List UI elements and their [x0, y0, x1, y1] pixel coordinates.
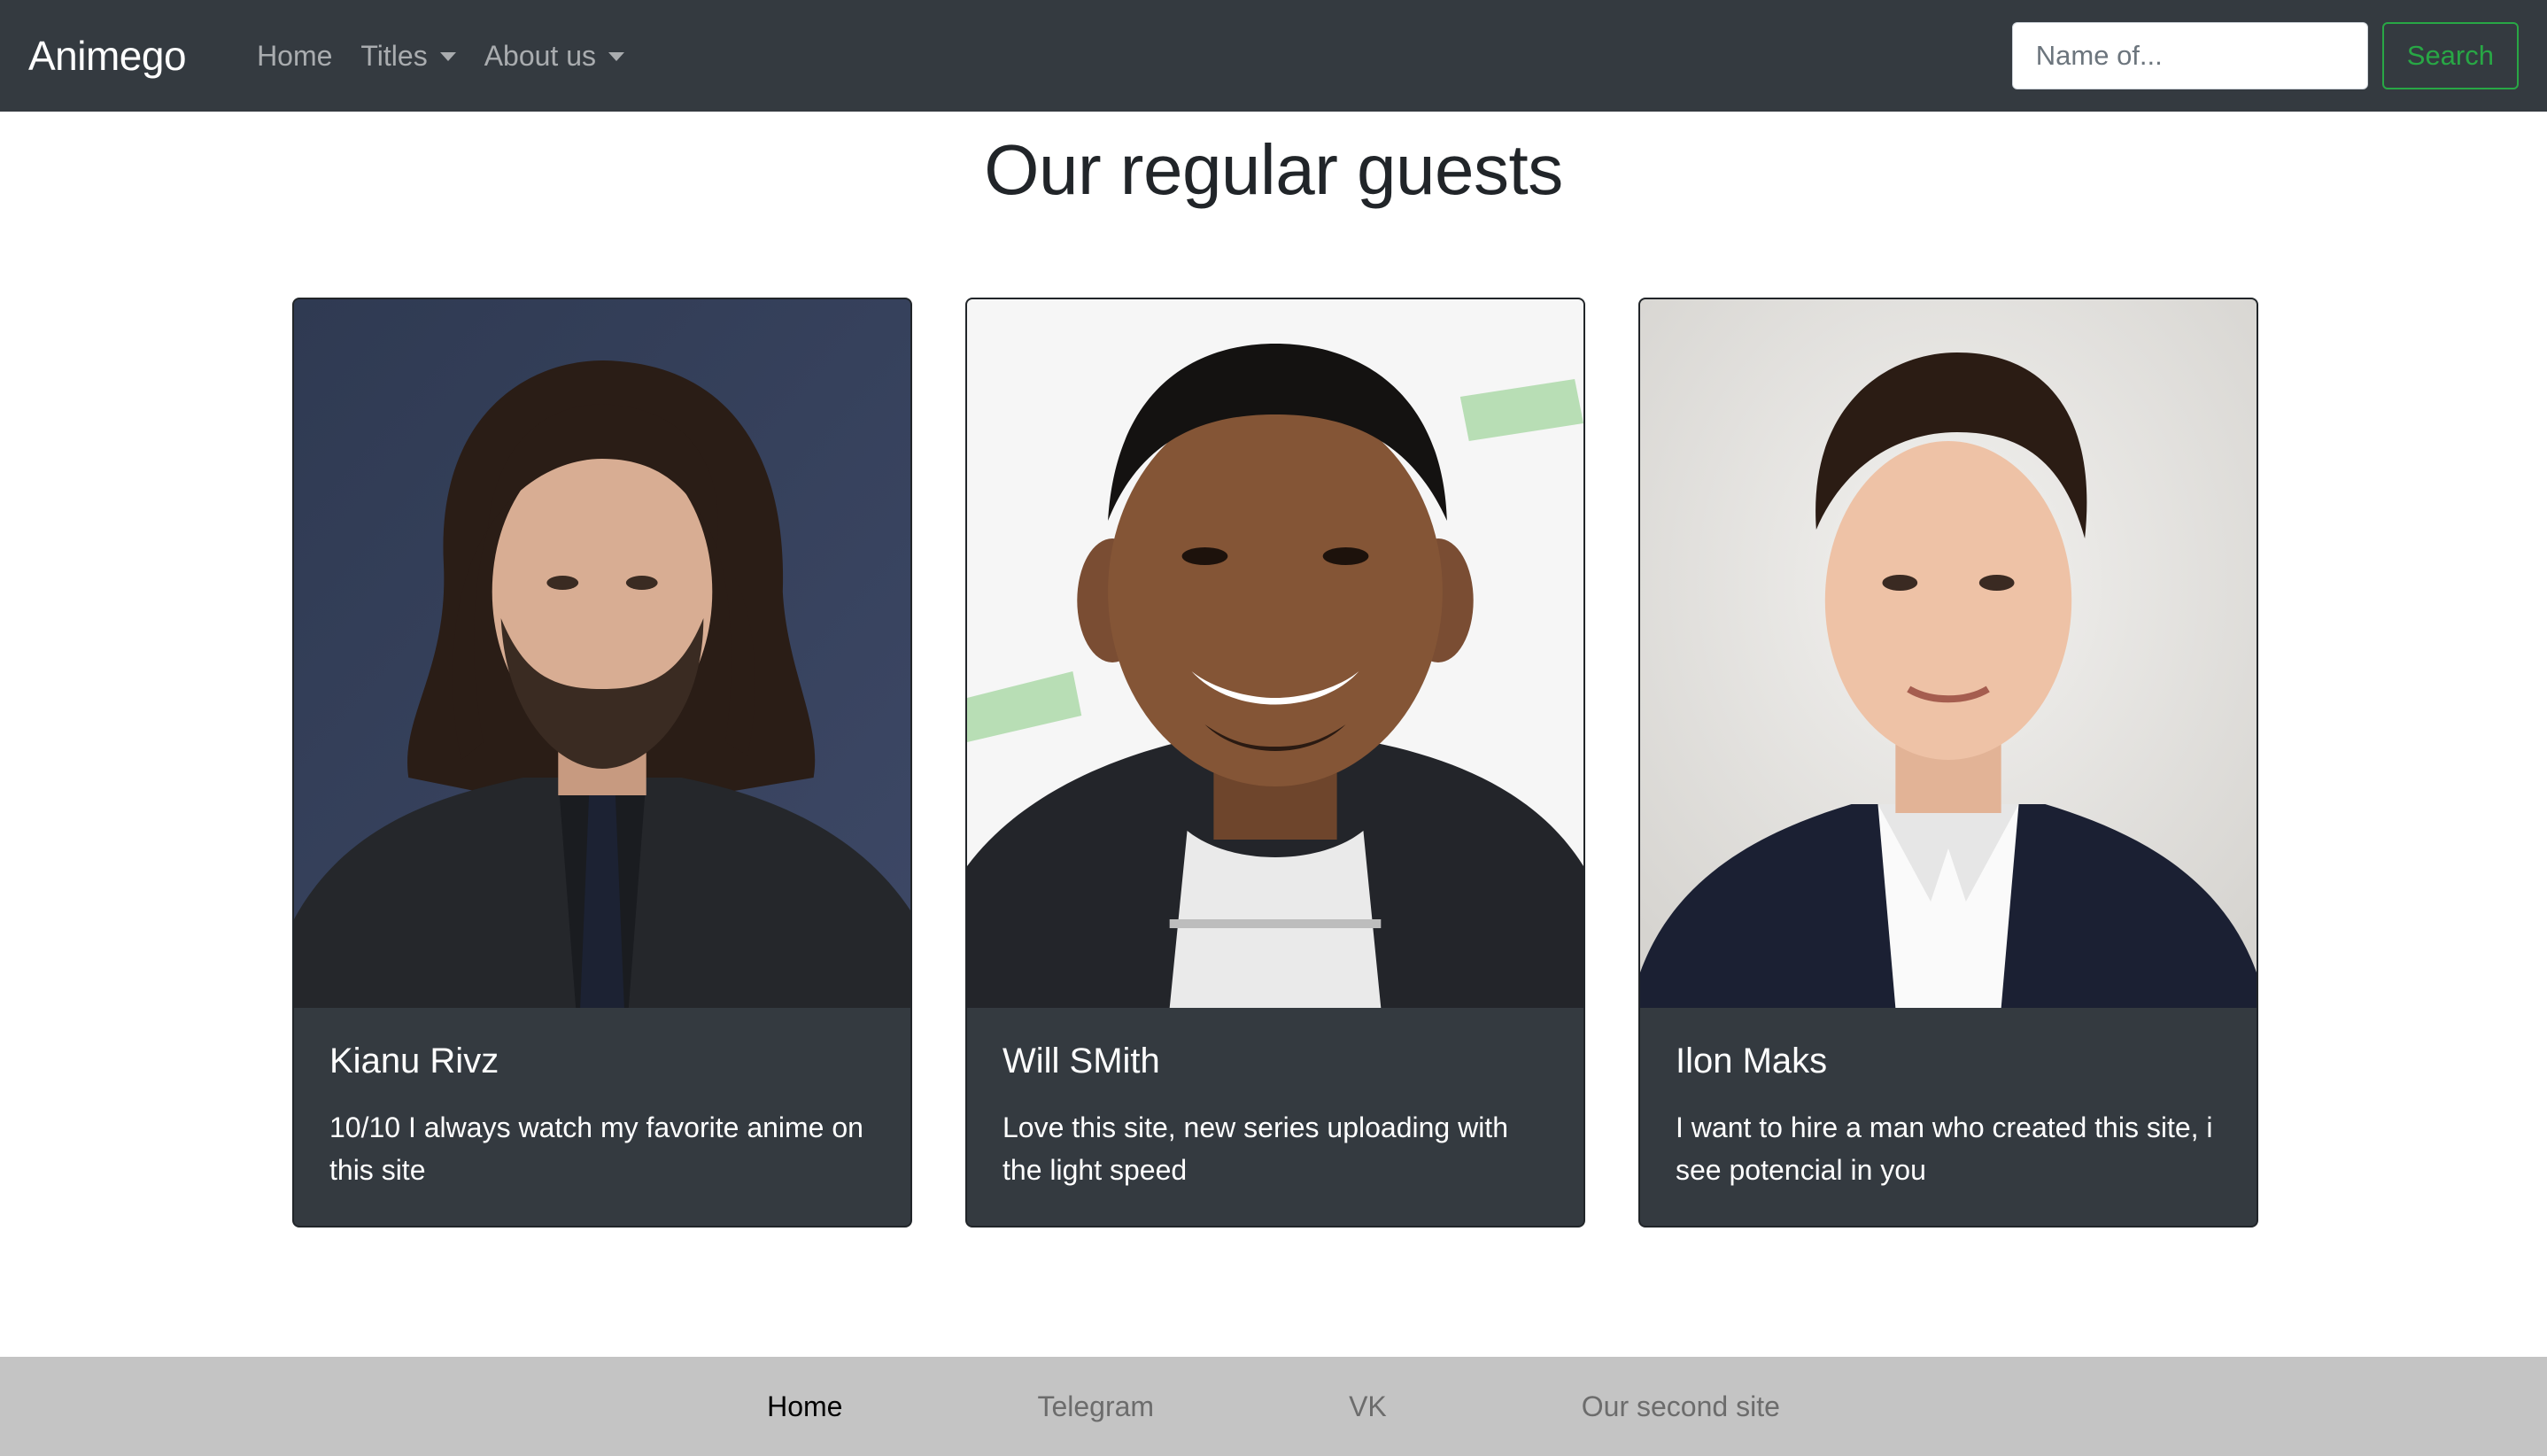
nav-link-about-dropdown[interactable]: About us [484, 40, 624, 73]
nav-link-titles-label: Titles [360, 39, 428, 72]
portrait-photo-long-dark-hair [294, 299, 910, 1008]
nav-link-titles-dropdown[interactable]: Titles [360, 39, 456, 73]
footer-link-second-site[interactable]: Our second site [1582, 1390, 1780, 1423]
card-body: Will SMith Love this site, new series up… [967, 1008, 1583, 1225]
nav-link-home-label: Home [257, 39, 333, 72]
nav-link-about-label: About us [484, 39, 596, 72]
brand-logo[interactable]: Animego [28, 32, 187, 80]
caret-down-icon [439, 52, 456, 61]
nav-links: Home Titles About us [257, 40, 653, 73]
nav-link-home[interactable]: Home [257, 40, 332, 73]
search-button[interactable]: Search [2381, 22, 2519, 89]
guest-photo [294, 299, 910, 1008]
portrait-photo-smiling-man [967, 299, 1583, 1008]
guest-review: I want to hire a man who created this si… [1676, 1111, 2213, 1186]
search-form: Search [2011, 22, 2519, 89]
footer: Home Telegram VK Our second site [0, 1357, 2547, 1456]
guest-review: Love this site, new series uploading wit… [1003, 1111, 1508, 1186]
footer-link-vk[interactable]: VK [1349, 1390, 1387, 1423]
guest-cards: Kianu Rivz 10/10 I always watch my favor… [292, 298, 2258, 1228]
page-title: Our regular guests [984, 130, 1563, 209]
card-body: Ilon Maks I want to hire a man who creat… [1640, 1008, 2257, 1225]
page: Animego Home Titles About us Search Our … [0, 0, 2547, 1456]
guest-name: Will SMith [1003, 1042, 1160, 1080]
portrait-photo-man-in-suit [1640, 299, 2257, 1008]
guest-card: Will SMith Love this site, new series up… [965, 298, 1585, 1228]
guest-photo [1640, 299, 2257, 1008]
guest-name: Kianu Rivz [329, 1042, 499, 1080]
guest-card: Ilon Maks I want to hire a man who creat… [1638, 298, 2258, 1228]
card-body: Kianu Rivz 10/10 I always watch my favor… [294, 1008, 910, 1225]
guest-photo [967, 299, 1583, 1008]
search-input[interactable] [2011, 22, 2368, 89]
footer-link-home[interactable]: Home [767, 1390, 842, 1423]
guest-review: 10/10 I always watch my favorite anime o… [329, 1111, 863, 1186]
navbar: Animego Home Titles About us Search [0, 0, 2547, 112]
guest-name: Ilon Maks [1676, 1042, 1828, 1080]
guest-card: Kianu Rivz 10/10 I always watch my favor… [292, 298, 912, 1228]
caret-down-icon [608, 52, 624, 61]
footer-link-telegram[interactable]: Telegram [1037, 1390, 1154, 1423]
